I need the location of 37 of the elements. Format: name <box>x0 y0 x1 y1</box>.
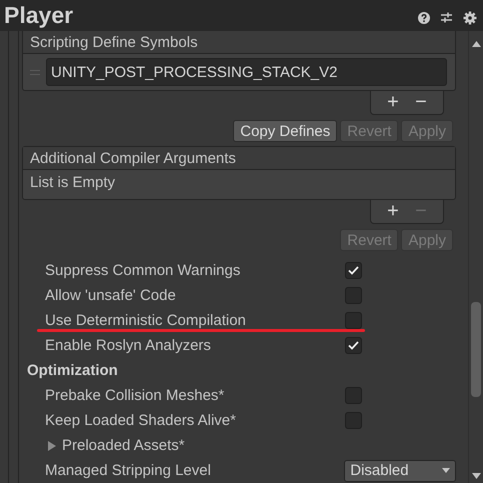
checkbox[interactable] <box>345 412 362 429</box>
setting-label: Keep Loaded Shaders Alive* <box>45 412 237 429</box>
add-button[interactable]: + <box>381 202 405 220</box>
scrollbar[interactable] <box>468 31 483 483</box>
setting-label: Suppress Common Warnings <box>45 262 242 279</box>
section-header: Optimization <box>27 362 118 379</box>
text-field[interactable]: UNITY_POST_PROCESSING_STACK_V2 <box>46 58 447 86</box>
scrollbar-thumb[interactable] <box>471 302 481 397</box>
checkmark-icon <box>348 266 359 275</box>
checkbox[interactable] <box>345 337 362 354</box>
setting-label: Managed Stripping Level <box>45 462 212 479</box>
scroll-up-icon[interactable] <box>472 41 480 47</box>
checkbox[interactable] <box>345 387 362 404</box>
list-header: Scripting Define Symbols <box>30 34 198 50</box>
empty-list-text: List is Empty <box>30 174 116 191</box>
window-title: Player <box>4 2 74 29</box>
setting-label: Enable Roslyn Analyzers <box>45 337 212 354</box>
add-button[interactable]: + <box>381 93 405 111</box>
foldout[interactable]: Preloaded Assets* <box>22 433 185 458</box>
drag-handle-icon[interactable] <box>30 70 40 74</box>
setting-label: Use Deterministic Compilation <box>45 312 247 329</box>
foldout-label: Preloaded Assets* <box>62 437 185 454</box>
checkbox[interactable] <box>345 312 362 329</box>
action-button[interactable]: Copy Defines <box>233 120 338 142</box>
sliders-icon[interactable] <box>440 11 453 24</box>
dropdown[interactable]: Disabled <box>344 460 456 482</box>
setting-label: Allow 'unsafe' Code <box>45 287 177 304</box>
help-icon[interactable] <box>418 12 430 24</box>
checkbox[interactable] <box>345 262 362 279</box>
list-header: Additional Compiler Arguments <box>30 150 236 166</box>
remove-button[interactable]: − <box>409 93 433 111</box>
scroll-down-icon[interactable] <box>472 473 480 479</box>
setting-label: Prebake Collision Meshes* <box>45 387 226 404</box>
caret-icon <box>442 468 450 473</box>
checkbox[interactable] <box>345 287 362 304</box>
checkmark-icon <box>348 341 359 350</box>
settings-icon[interactable] <box>463 10 477 24</box>
